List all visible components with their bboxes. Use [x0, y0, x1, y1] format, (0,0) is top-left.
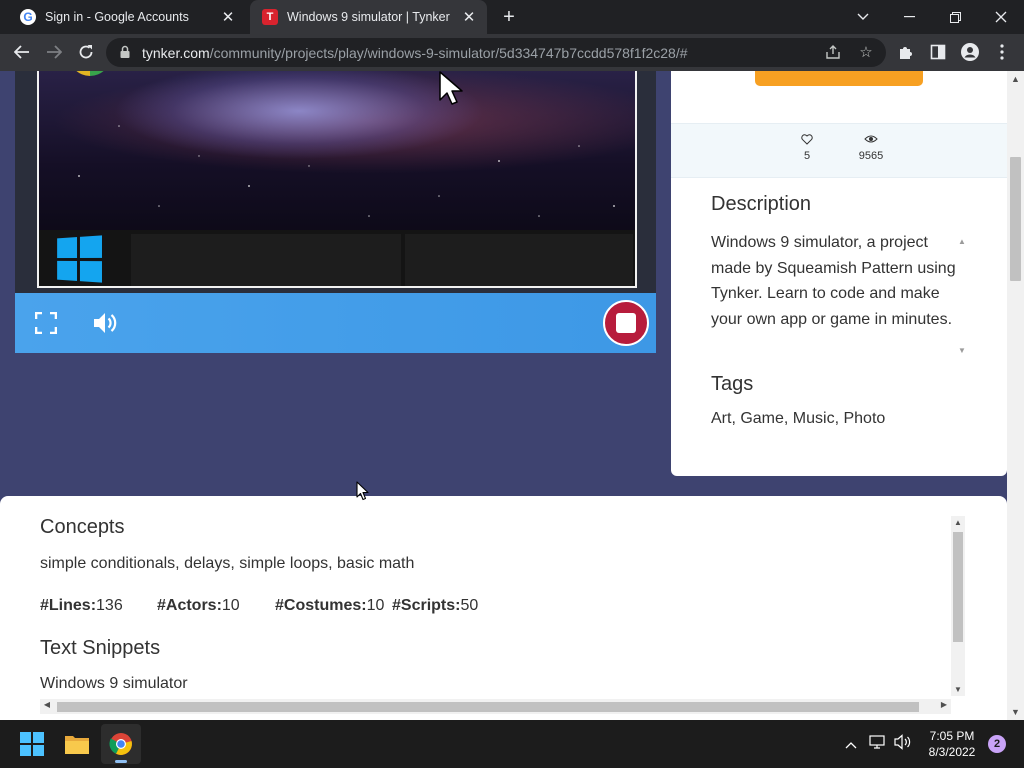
scroll-thumb[interactable]: [57, 702, 919, 712]
concepts-text: simple conditionals, delays, simple loop…: [40, 555, 415, 572]
concepts-heading: Concepts: [40, 516, 125, 538]
views-count: 9565: [858, 150, 884, 162]
player-control-bar: [15, 293, 656, 353]
close-tab-icon[interactable]: ✕: [220, 8, 236, 26]
tab-title: Sign in - Google Accounts: [45, 10, 189, 24]
volume-icon[interactable]: [93, 311, 119, 335]
google-icon: G: [20, 9, 36, 25]
clock-date: 8/3/2022: [928, 745, 976, 759]
address-bar[interactable]: tynker.com/community/projects/play/windo…: [106, 38, 886, 67]
description-scrollbar[interactable]: ▲ ▼: [957, 237, 967, 355]
tags-list: Art, Game, Music, Photo: [711, 410, 886, 427]
scroll-left-arrow-icon[interactable]: ◀: [40, 700, 54, 709]
description-heading: Description: [711, 193, 812, 215]
likes-count: 5: [803, 150, 811, 162]
url-host: tynker.com: [142, 45, 210, 61]
tab-title: Windows 9 simulator | Tynker: [287, 10, 450, 24]
stop-icon: [616, 313, 636, 333]
chrome-icon: [109, 733, 132, 755]
scroll-thumb[interactable]: [953, 532, 963, 642]
url-path: /community/projects/play/windows-9-simul…: [209, 45, 688, 61]
windows-start-icon[interactable]: [57, 235, 102, 283]
description-box[interactable]: Windows 9 simulator, a project made by S…: [711, 230, 966, 356]
profile-icon[interactable]: [958, 40, 982, 64]
close-tab-icon[interactable]: ✕: [461, 8, 477, 26]
mouse-cursor-icon: [439, 71, 463, 105]
network-icon[interactable]: [868, 734, 888, 754]
metric-lines: #Lines:136: [40, 597, 123, 614]
tab-search-icon[interactable]: [840, 0, 886, 34]
scroll-up-arrow-icon[interactable]: ▲: [1007, 74, 1024, 84]
metric-actors: #Actors:10: [157, 597, 240, 614]
scroll-down-arrow-icon[interactable]: ▼: [951, 685, 965, 694]
close-window-button[interactable]: [978, 0, 1024, 34]
folder-icon: [65, 736, 89, 754]
project-player: [15, 71, 656, 293]
tab-google-accounts[interactable]: G Sign in - Google Accounts ✕: [8, 0, 246, 34]
mouse-pointer-icon: [356, 481, 369, 501]
description-text: Windows 9 simulator, a project made by S…: [711, 234, 956, 328]
lock-icon[interactable]: [118, 45, 132, 59]
forward-button[interactable]: [42, 40, 66, 64]
tynker-icon: T: [262, 9, 278, 25]
remix-button[interactable]: [755, 71, 923, 86]
scroll-down-arrow-icon[interactable]: ▼: [957, 346, 967, 355]
details-horizontal-scrollbar[interactable]: ◀ ▶: [40, 699, 951, 714]
page-scrollbar[interactable]: ▲ ▼: [1007, 71, 1024, 720]
start-button[interactable]: [12, 724, 52, 764]
menu-kebab-icon[interactable]: [990, 40, 1014, 64]
stop-button[interactable]: [603, 300, 649, 346]
scroll-up-arrow-icon[interactable]: ▲: [951, 518, 965, 527]
tab-tynker[interactable]: T Windows 9 simulator | Tynker ✕: [250, 0, 487, 34]
show-hidden-icons-chevron-icon[interactable]: [841, 734, 861, 754]
views-stat: 9565: [851, 134, 891, 162]
metric-costumes: #Costumes:10: [275, 597, 385, 614]
snippets-text: Windows 9 simulator: [40, 675, 188, 692]
notification-badge[interactable]: 2: [988, 735, 1006, 753]
clock-time: 7:05 PM: [929, 729, 975, 743]
tab-strip: G Sign in - Google Accounts ✕ T Windows …: [0, 0, 1024, 34]
new-tab-button[interactable]: +: [498, 6, 520, 28]
url-text[interactable]: tynker.com/community/projects/play/windo…: [142, 45, 688, 61]
project-stats: 5 9565: [671, 123, 1007, 178]
bookmark-star-icon[interactable]: ☆: [857, 44, 875, 62]
file-explorer-button[interactable]: [57, 724, 97, 764]
chrome-taskbar-button[interactable]: [101, 724, 141, 764]
snippets-heading: Text Snippets: [40, 637, 161, 659]
project-details-panel: Concepts simple conditionals, delays, si…: [0, 496, 1007, 720]
metric-scripts: #Scripts:50: [392, 597, 479, 614]
windows-taskbar: 7:05 PM 8/3/2022 2: [0, 720, 1024, 768]
fullscreen-icon[interactable]: [35, 312, 57, 334]
share-icon[interactable]: [824, 44, 842, 62]
speaker-icon[interactable]: [893, 734, 913, 754]
web-page: 5 9565 Description Windows 9 simulator, …: [0, 71, 1024, 720]
scroll-right-arrow-icon[interactable]: ▶: [937, 700, 951, 709]
back-button[interactable]: [10, 40, 34, 64]
windows-logo-icon: [20, 732, 44, 756]
extensions-icon[interactable]: [894, 40, 918, 64]
reload-button[interactable]: [74, 40, 98, 64]
restore-button[interactable]: [932, 0, 978, 34]
project-info-card: 5 9565 Description Windows 9 simulator, …: [671, 71, 1007, 476]
details-vertical-scrollbar[interactable]: ▲ ▼: [951, 516, 965, 696]
likes-stat[interactable]: 5: [797, 134, 817, 162]
minimize-button[interactable]: [886, 0, 932, 34]
eye-icon: [864, 135, 878, 143]
side-panel-icon[interactable]: [926, 40, 950, 64]
tags-heading: Tags: [711, 373, 754, 395]
simulated-taskbar: [39, 230, 635, 286]
heart-icon[interactable]: [801, 134, 813, 145]
scroll-down-arrow-icon[interactable]: ▼: [1007, 707, 1024, 717]
browser-toolbar: tynker.com/community/projects/play/windo…: [0, 34, 1024, 71]
scroll-thumb[interactable]: [1010, 157, 1021, 281]
scroll-up-arrow-icon[interactable]: ▲: [957, 237, 967, 246]
system-clock[interactable]: 7:05 PM 8/3/2022: [920, 728, 984, 760]
game-canvas[interactable]: [37, 71, 637, 288]
